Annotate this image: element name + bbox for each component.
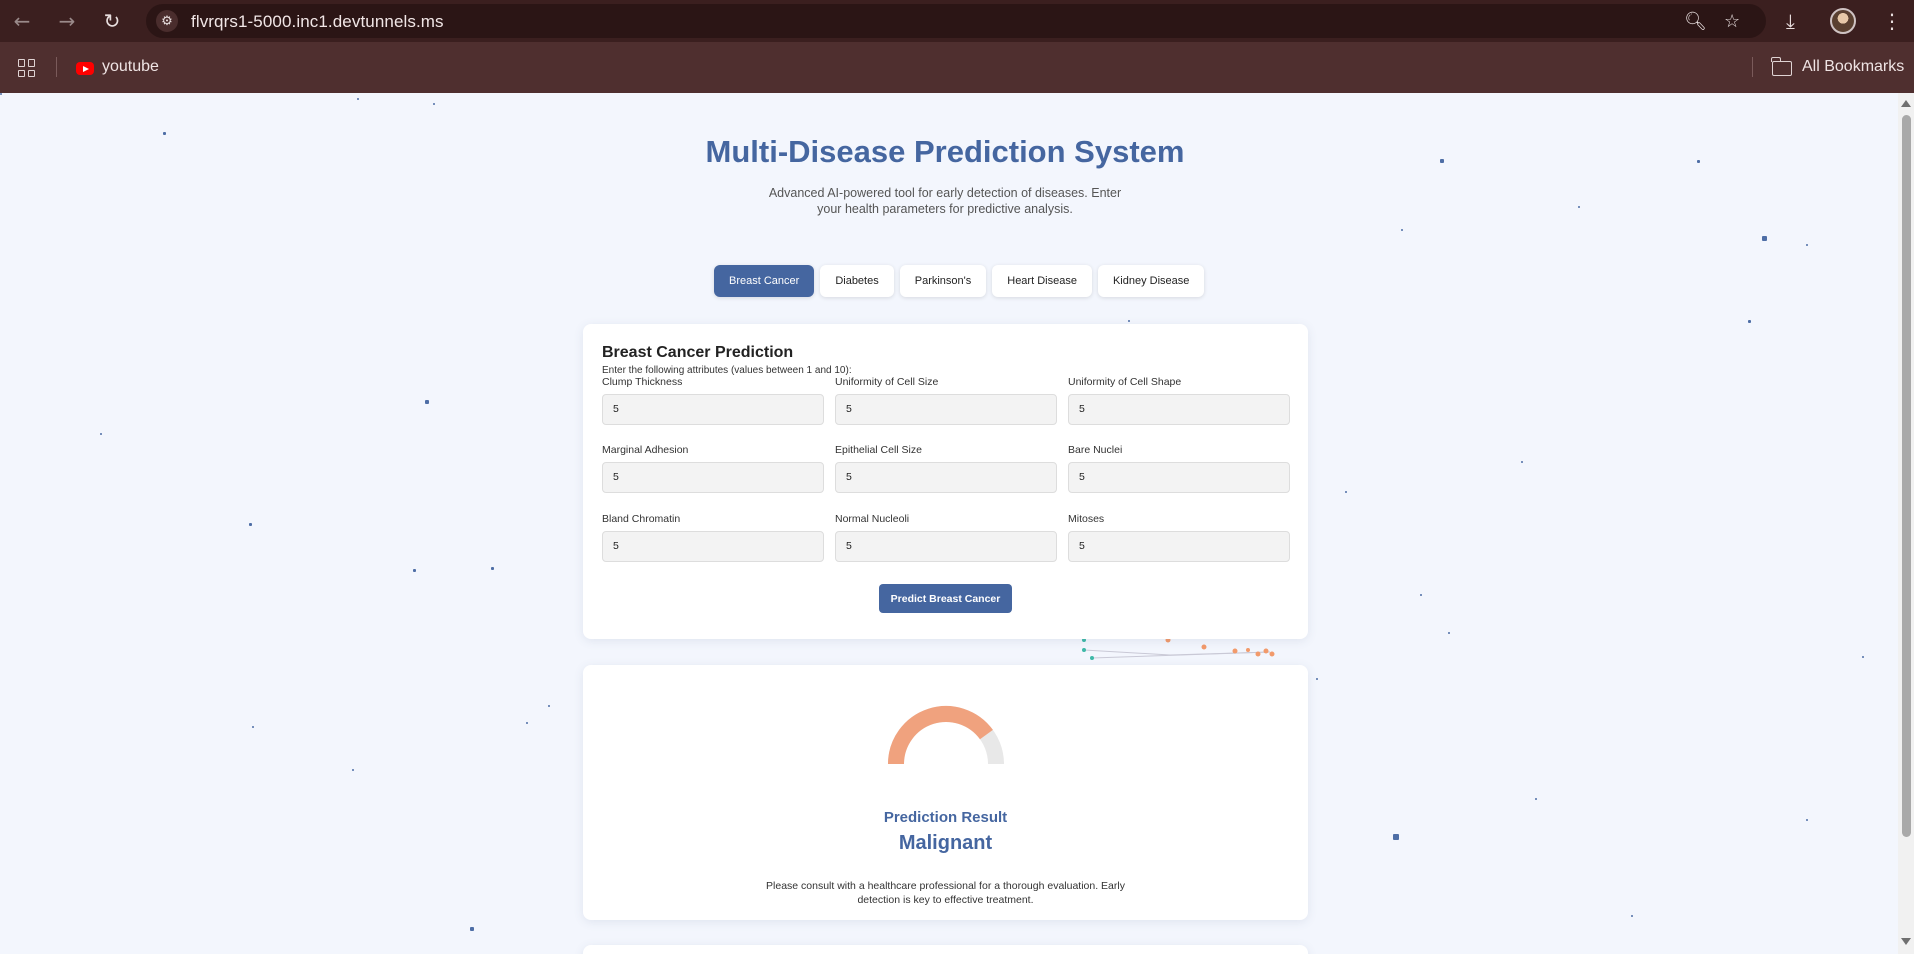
- field-label-clump-thickness: Clump Thickness: [602, 376, 683, 388]
- result-note: Please consult with a healthcare profess…: [766, 880, 1125, 906]
- next-card-edge: [583, 945, 1308, 954]
- normal-nucleoli-input[interactable]: 5: [835, 531, 1057, 562]
- prediction-result-card: Prediction Result Malignant Please consu…: [583, 665, 1308, 920]
- network-decoration: [1082, 638, 1275, 660]
- site-info-icon[interactable]: ⚙: [156, 10, 178, 32]
- cell-shape-input[interactable]: 5: [1068, 394, 1290, 425]
- bookmarks-bar: youtube All Bookmarks: [0, 42, 1914, 93]
- page-title: Multi-Disease Prediction System: [705, 134, 1185, 169]
- field-label-bare-nuclei: Bare Nuclei: [1068, 444, 1123, 456]
- profile-avatar[interactable]: [1830, 8, 1856, 34]
- cell-size-input[interactable]: 5: [835, 394, 1057, 425]
- risk-gauge: [888, 706, 1004, 765]
- bookmarks-divider: [56, 57, 57, 77]
- back-arrow-icon[interactable]: ←: [11, 9, 33, 33]
- scroll-thumb[interactable]: [1902, 115, 1911, 837]
- bare-nuclei-input[interactable]: 5: [1068, 462, 1290, 493]
- marginal-adhesion-input[interactable]: 5: [602, 462, 824, 493]
- tab-breast-cancer[interactable]: Breast Cancer: [714, 265, 815, 297]
- result-heading: Prediction Result: [883, 809, 1008, 826]
- page-viewport: Multi-Disease Prediction System Advanced…: [0, 93, 1898, 954]
- youtube-icon: [76, 62, 94, 75]
- page-subtitle: Advanced AI-powered tool for early detec…: [768, 186, 1122, 216]
- download-icon[interactable]: ⤓: [1786, 9, 1795, 33]
- bookmark-youtube[interactable]: youtube: [102, 58, 159, 76]
- url-text[interactable]: flvrqrs1-5000.inc1.devtunnels.ms: [191, 12, 444, 32]
- result-value: Malignant: [898, 832, 993, 854]
- disease-tabs: Breast Cancer Diabetes Parkinson's Heart…: [714, 265, 1205, 297]
- reload-icon[interactable]: ↻: [101, 9, 123, 33]
- bookmark-star-icon[interactable]: ☆: [1724, 11, 1740, 32]
- apps-grid-icon[interactable]: [18, 59, 36, 77]
- menu-kebab-icon[interactable]: ⋮: [1882, 9, 1902, 33]
- mitoses-input[interactable]: 5: [1068, 531, 1290, 562]
- folder-icon: [1771, 57, 1792, 76]
- tab-parkinsons[interactable]: Parkinson's: [899, 265, 987, 297]
- field-label-epithelial-cell-size: Epithelial Cell Size: [835, 444, 922, 456]
- tab-heart-disease[interactable]: Heart Disease: [992, 265, 1092, 297]
- field-label-normal-nucleoli: Normal Nucleoli: [835, 513, 910, 525]
- clump-thickness-input[interactable]: 5: [602, 394, 824, 425]
- scroll-down-arrow-icon[interactable]: [1901, 938, 1911, 945]
- field-label-cell-shape: Uniformity of Cell Shape: [1068, 376, 1182, 388]
- field-label-mitoses: Mitoses: [1068, 513, 1105, 525]
- field-label-bland-chromatin: Bland Chromatin: [602, 513, 681, 525]
- field-label-marginal-adhesion: Marginal Adhesion: [602, 444, 689, 456]
- tab-diabetes[interactable]: Diabetes: [820, 265, 894, 297]
- form-title: Breast Cancer Prediction: [602, 344, 794, 361]
- scroll-up-arrow-icon[interactable]: [1901, 100, 1911, 107]
- tab-kidney-disease[interactable]: Kidney Disease: [1097, 265, 1205, 297]
- field-label-cell-size: Uniformity of Cell Size: [835, 376, 939, 388]
- browser-toolbar: ← → ↻ ⚙ flvrqrs1-5000.inc1.devtunnels.ms…: [0, 0, 1914, 42]
- prediction-form-card: Breast Cancer Prediction Enter the follo…: [583, 324, 1308, 639]
- form-hint: Enter the following attributes (values b…: [602, 365, 852, 376]
- bookmarks-divider-right: [1752, 57, 1753, 77]
- zoom-icon[interactable]: 🔍︎: [1684, 11, 1707, 32]
- address-bar[interactable]: ⚙ flvrqrs1-5000.inc1.devtunnels.ms 🔍︎ ☆: [146, 4, 1766, 38]
- predict-button[interactable]: Predict Breast Cancer: [879, 584, 1012, 613]
- all-bookmarks-button[interactable]: All Bookmarks: [1802, 58, 1904, 76]
- bland-chromatin-input[interactable]: 5: [602, 531, 824, 562]
- gauge-fill: [888, 706, 993, 765]
- forward-arrow-icon[interactable]: →: [56, 9, 78, 33]
- epithelial-cell-size-input[interactable]: 5: [835, 462, 1057, 493]
- page-scrollbar[interactable]: [1898, 93, 1914, 954]
